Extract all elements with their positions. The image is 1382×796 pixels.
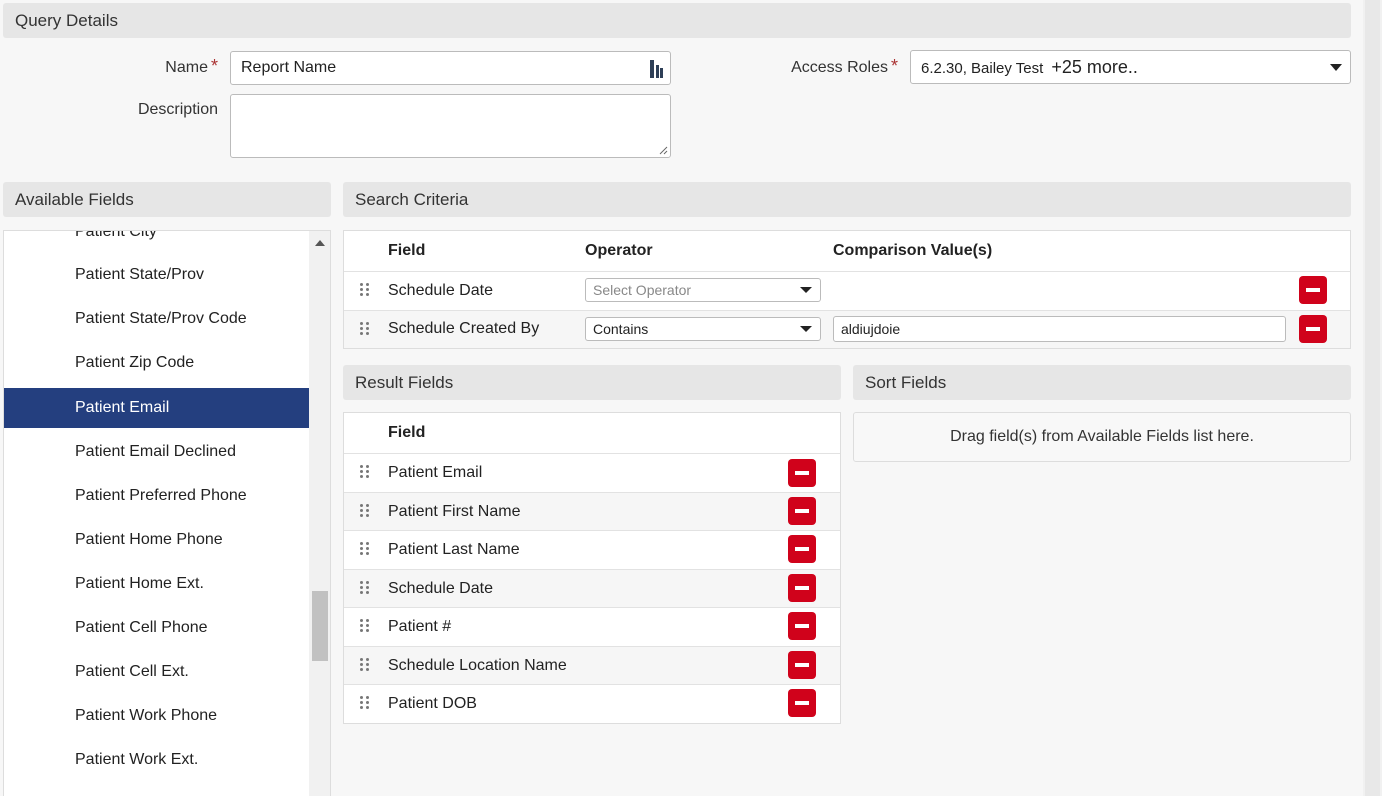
available-fields-header: Available Fields	[3, 182, 331, 217]
remove-result-button[interactable]	[788, 497, 816, 525]
remove-result-button[interactable]	[788, 651, 816, 679]
sort-fields-header: Sort Fields	[853, 365, 1351, 400]
chevron-down-icon[interactable]	[800, 287, 812, 293]
comparison-value-input[interactable]: aldiujdoie	[833, 316, 1286, 342]
drag-handle-icon[interactable]	[360, 322, 370, 336]
access-roles-label-text: Access Roles	[791, 59, 888, 76]
available-field-item[interactable]: Patient Preferred Phone	[4, 476, 309, 516]
remove-criteria-button[interactable]	[1299, 315, 1327, 343]
result-fields-title: Result Fields	[355, 373, 454, 392]
sort-fields-title: Sort Fields	[865, 373, 947, 392]
description-textarea[interactable]	[230, 94, 671, 158]
criteria-field: Schedule Created By	[388, 320, 540, 337]
search-criteria-title: Search Criteria	[355, 190, 469, 209]
result-row: Patient Email	[344, 453, 840, 492]
search-criteria-table: Field Operator Comparison Value(s) Sched…	[343, 230, 1351, 349]
available-fields-scrollbar[interactable]	[309, 231, 330, 796]
result-row: Patient First Name	[344, 492, 840, 530]
result-field: Patient #	[388, 618, 452, 635]
criteria-field: Schedule Date	[388, 282, 493, 299]
drag-handle-icon[interactable]	[360, 581, 370, 595]
drag-handle-icon[interactable]	[360, 504, 370, 518]
access-roles-more[interactable]: +25 more..	[1051, 57, 1138, 77]
column-header-field: Field	[388, 424, 426, 441]
result-fields-header: Result Fields	[343, 365, 841, 400]
remove-result-button[interactable]	[788, 612, 816, 640]
page-scrollbar[interactable]	[1363, 0, 1382, 796]
available-fields-title: Available Fields	[15, 190, 134, 209]
sort-fields-empty-text: Drag field(s) from Available Fields list…	[950, 428, 1254, 445]
criteria-row: Schedule Date Select Operator	[344, 271, 1350, 310]
drag-handle-icon[interactable]	[360, 465, 370, 479]
available-field-item[interactable]: Patient State/Prov Code	[4, 299, 309, 339]
available-field-item-selected[interactable]: Patient Email	[4, 388, 309, 428]
scroll-up-arrow-icon[interactable]	[315, 240, 325, 246]
result-row: Patient Last Name	[344, 530, 840, 569]
query-details-header: Query Details	[3, 3, 1351, 38]
remove-result-button[interactable]	[788, 535, 816, 563]
result-field: Patient Email	[388, 464, 483, 481]
criteria-row: Schedule Created By Contains aldiujdoie	[344, 310, 1350, 348]
operator-select[interactable]: Select Operator	[585, 278, 821, 302]
column-header-comparison: Comparison Value(s)	[833, 242, 993, 259]
column-header-field: Field	[388, 242, 426, 259]
operator-select[interactable]: Contains	[585, 317, 821, 341]
available-field-item[interactable]: Patient City	[4, 231, 309, 252]
comparison-value: aldiujdoie	[841, 321, 901, 337]
drag-handle-icon[interactable]	[360, 283, 370, 297]
resize-grip-icon[interactable]	[659, 146, 668, 155]
result-field: Schedule Date	[388, 580, 493, 597]
page-scrollbar-thumb[interactable]	[1365, 0, 1380, 796]
available-field-item[interactable]: Patient Cell Phone	[4, 608, 309, 648]
available-field-item[interactable]: Patient Zip Code	[4, 343, 309, 383]
chevron-down-icon[interactable]	[1330, 64, 1342, 71]
available-fields-list[interactable]: Patient City Patient State/Prov Patient …	[3, 230, 331, 796]
available-field-item[interactable]: Patient State/Prov	[4, 255, 309, 295]
scrollbar-thumb[interactable]	[312, 591, 328, 661]
result-row: Patient DOB	[344, 684, 840, 723]
field-picker-icon[interactable]	[650, 60, 664, 78]
result-row: Schedule Date	[344, 569, 840, 607]
result-field: Patient DOB	[388, 695, 477, 712]
operator-placeholder: Select Operator	[593, 282, 692, 298]
required-marker: *	[210, 56, 218, 76]
required-marker: *	[890, 56, 898, 76]
drag-handle-icon[interactable]	[360, 696, 370, 710]
drag-handle-icon[interactable]	[360, 542, 370, 556]
access-roles-select[interactable]: 6.2.30, Bailey Test +25 more..	[910, 50, 1351, 84]
description-label: Description	[137, 101, 218, 118]
drag-handle-icon[interactable]	[360, 658, 370, 672]
available-field-item[interactable]: Patient Home Ext.	[4, 564, 309, 604]
result-field: Schedule Location Name	[388, 657, 567, 674]
column-header-operator: Operator	[585, 242, 653, 259]
sort-fields-dropzone[interactable]: Drag field(s) from Available Fields list…	[853, 412, 1351, 462]
available-field-item[interactable]: Patient Work Phone	[4, 696, 309, 736]
result-row: Schedule Location Name	[344, 646, 840, 684]
result-field: Patient Last Name	[388, 541, 520, 558]
chevron-down-icon[interactable]	[800, 326, 812, 332]
name-input[interactable]: Report Name	[230, 51, 671, 85]
available-field-item[interactable]: Patient Work Ext.	[4, 740, 309, 780]
drag-handle-icon[interactable]	[360, 619, 370, 633]
available-field-item[interactable]: Patient Home Phone	[4, 520, 309, 560]
name-label-text: Name	[165, 59, 208, 76]
query-details-title: Query Details	[15, 11, 118, 30]
remove-result-button[interactable]	[788, 689, 816, 717]
operator-value: Contains	[593, 321, 649, 337]
remove-result-button[interactable]	[788, 459, 816, 487]
result-field: Patient First Name	[388, 503, 521, 520]
available-field-item[interactable]: Patient Email Declined	[4, 432, 309, 472]
name-label: Name *	[130, 56, 218, 77]
remove-criteria-button[interactable]	[1299, 276, 1327, 304]
name-value: Report Name	[241, 59, 337, 76]
result-fields-table: Field Patient Email Patient First Name P…	[343, 412, 841, 724]
search-criteria-header: Search Criteria	[343, 182, 1351, 217]
access-roles-value: 6.2.30, Bailey Test	[921, 60, 1044, 77]
result-row: Patient #	[344, 607, 840, 646]
available-field-item[interactable]: Patient Cell Ext.	[4, 652, 309, 692]
remove-result-button[interactable]	[788, 574, 816, 602]
access-roles-label: Access Roles *	[760, 56, 898, 77]
